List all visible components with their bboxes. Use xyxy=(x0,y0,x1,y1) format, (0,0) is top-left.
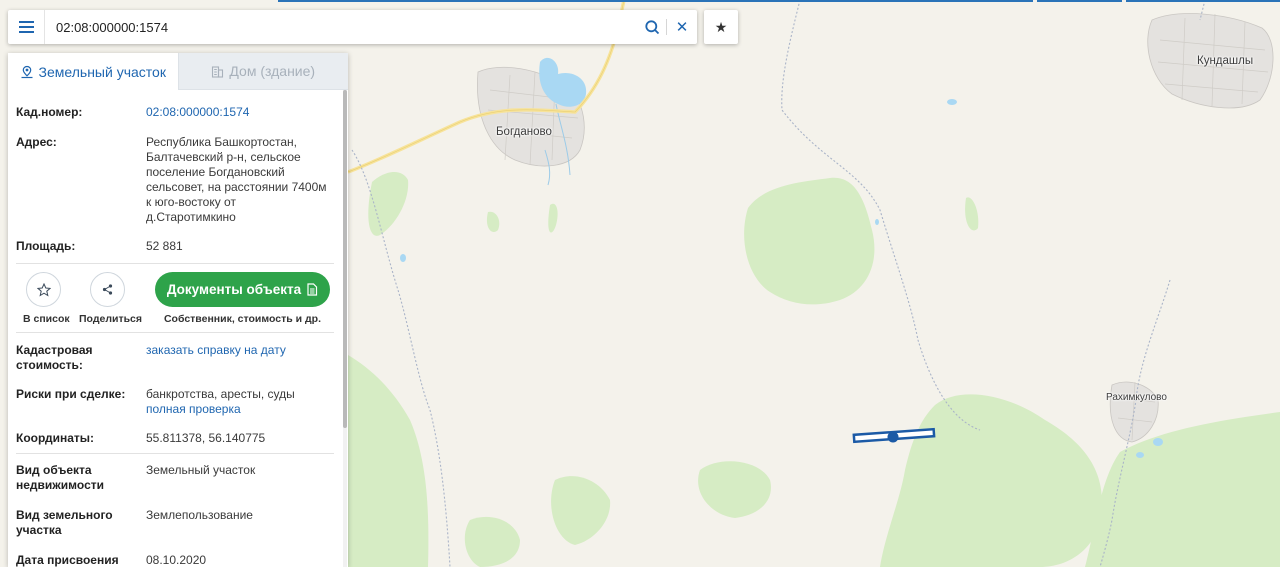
map-top-strip xyxy=(278,0,1033,2)
risks-value: банкротства, аресты, суды полная проверк… xyxy=(146,387,334,417)
object-type-label-line: недвижимости xyxy=(16,478,104,492)
area-value: 52 881 xyxy=(146,239,183,253)
object-type-row: Вид объекта недвижимости Земельный участ… xyxy=(8,463,342,493)
share-icon xyxy=(102,284,113,295)
panel-body: Кад.номер: 02:08:000000:1574 Адрес: Респ… xyxy=(8,90,342,567)
land-type-row: Вид земельного участка Землепользование xyxy=(8,508,342,538)
address-line: поселение Богдановский xyxy=(146,165,285,179)
place-label-rakhimkulovo: Рахимкулово xyxy=(1106,392,1167,403)
tab-land-plot[interactable]: Земельный участок xyxy=(8,53,178,90)
land-plot-icon xyxy=(20,65,34,79)
tab-bar: Земельный участок Дом (здание) xyxy=(8,53,348,90)
menu-icon xyxy=(18,21,34,33)
coordinates-row: Координаты: 55.811378, 56.140775 xyxy=(8,431,342,446)
land-type-value: Землепользование xyxy=(146,508,253,522)
cadastral-cost-label-line: стоимость: xyxy=(16,358,83,372)
address-line: сельсовет, на расстоянии 7400м xyxy=(146,180,327,194)
actions-row: В список Поделиться Документы объекта Со… xyxy=(8,264,342,332)
address-value: Республика Башкортостан, Балтачевский р-… xyxy=(146,135,334,225)
share-button[interactable] xyxy=(90,272,125,307)
tab-building[interactable]: Дом (здание) xyxy=(177,53,348,90)
tab-building-label: Дом (здание) xyxy=(229,63,316,79)
object-type-label-line: Вид объекта xyxy=(16,463,92,477)
risks-label: Риски при сделке: xyxy=(16,387,126,401)
address-line: к юго-востоку от xyxy=(146,195,236,209)
scrollbar-thumb[interactable] xyxy=(343,90,347,428)
coordinates-value: 55.811378, 56.140775 xyxy=(146,431,266,445)
address-label: Адрес: xyxy=(16,135,57,149)
close-icon: ✕ xyxy=(675,19,689,36)
address-line: д.Старотимкино xyxy=(146,210,236,224)
address-line: Балтачевский р-н, сельское xyxy=(146,150,301,164)
object-type-label: Вид объекта недвижимости xyxy=(16,463,146,493)
cad-number-link[interactable]: 02:08:000000:1574 xyxy=(146,105,334,120)
menu-button[interactable] xyxy=(8,10,45,44)
share-label: Поделиться xyxy=(79,313,143,325)
cad-number-label: Кад.номер: xyxy=(16,105,83,119)
search-bar: ✕ xyxy=(8,10,697,44)
address-row: Адрес: Республика Башкортостан, Балтачев… xyxy=(8,135,342,225)
address-line: Республика Башкортостан, xyxy=(146,135,298,149)
building-icon xyxy=(211,65,224,78)
object-documents-subtitle: Собственник, стоимость и др. xyxy=(163,313,322,325)
land-type-label-line: участка xyxy=(16,523,62,537)
cadastral-cost-label: Кадастровая стоимость: xyxy=(16,343,146,373)
document-icon xyxy=(307,283,318,296)
land-type-label-line: Вид земельного xyxy=(16,508,113,522)
favorite-button[interactable]: ★ xyxy=(704,10,738,44)
assign-date-row: Дата присвоения 08.10.2020 xyxy=(8,553,342,567)
star-icon: ★ xyxy=(714,18,728,35)
place-label-bogdanovo: Богданово xyxy=(496,126,552,138)
search-input[interactable] xyxy=(45,10,638,44)
full-check-link[interactable]: полная проверка xyxy=(146,402,334,417)
tab-land-plot-label: Земельный участок xyxy=(38,63,166,80)
land-type-label: Вид земельного участка xyxy=(16,508,146,538)
star-icon xyxy=(36,282,51,297)
assign-date-value: 08.10.2020 xyxy=(146,553,207,567)
search-icon xyxy=(644,19,659,34)
risks-row: Риски при сделке: банкротства, аресты, с… xyxy=(8,387,342,417)
assign-date-label: Дата присвоения xyxy=(16,553,119,567)
map-top-strip xyxy=(1037,0,1122,2)
add-to-list-button[interactable] xyxy=(26,272,61,307)
place-label-kundashly: Кундашлы xyxy=(1197,55,1254,67)
cadastral-cost-label-line: Кадастровая xyxy=(16,343,93,357)
risks-text: банкротства, аресты, суды xyxy=(146,387,295,401)
object-documents-label: Документы объекта xyxy=(166,282,302,297)
clear-search-button[interactable]: ✕ xyxy=(667,10,697,44)
cadastral-cost-row: Кадастровая стоимость: заказать справку … xyxy=(8,343,342,373)
cad-number-row: Кад.номер: 02:08:000000:1574 xyxy=(8,105,342,120)
area-label: Площадь: xyxy=(16,239,76,253)
order-certificate-link[interactable]: заказать справку на дату xyxy=(146,343,334,373)
add-to-list-label: В список xyxy=(23,313,70,325)
search-button[interactable] xyxy=(638,10,666,44)
map-top-strip xyxy=(1126,0,1280,2)
area-row: Площадь: 52 881 xyxy=(8,239,342,254)
coordinates-label: Координаты: xyxy=(16,431,95,445)
info-panel: Земельный участок Дом (здание) Кад.номер… xyxy=(8,53,348,567)
object-documents-button[interactable]: Документы объекта xyxy=(155,272,330,307)
object-type-value: Земельный участок xyxy=(146,463,256,477)
